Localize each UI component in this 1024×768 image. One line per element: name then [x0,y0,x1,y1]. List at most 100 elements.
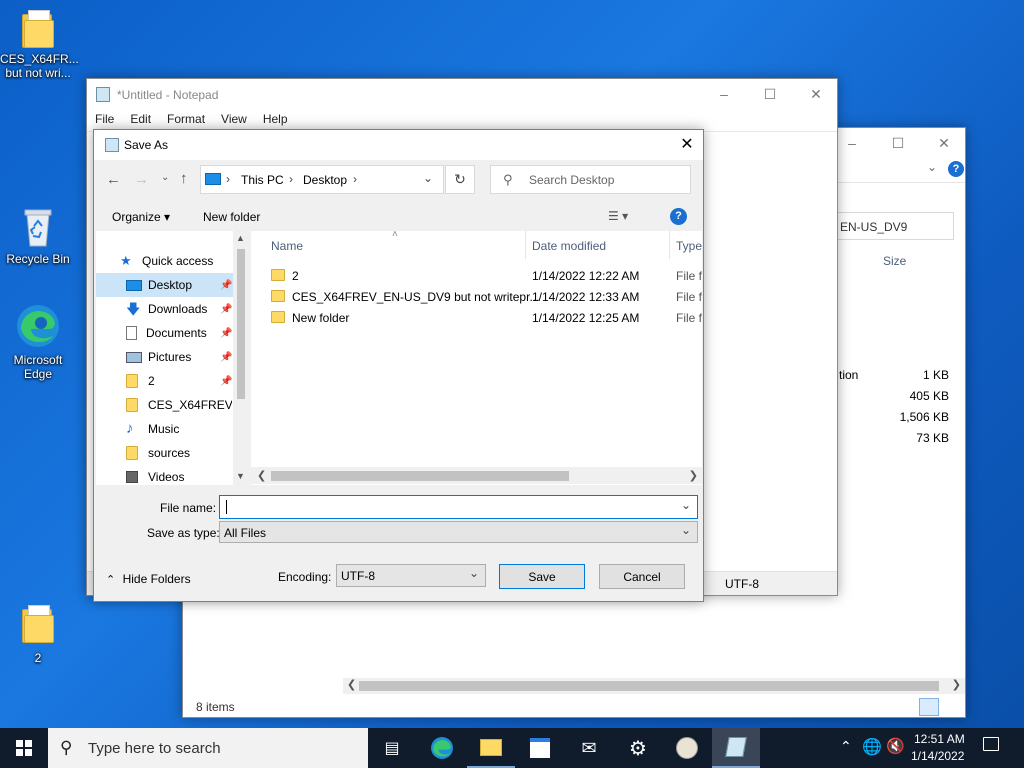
clock-time[interactable]: 12:51 AM [914,732,965,746]
window-title: *Untitled - Notepad [117,88,219,102]
menu-edit[interactable]: Edit [122,109,159,131]
horizontal-scrollbar[interactable]: ❮ ❯ [343,678,965,694]
help-icon[interactable]: ? [948,161,964,177]
taskbar-settings[interactable]: ⚙ [614,728,662,768]
download-icon: 🡇 [126,301,141,317]
maximize-button[interactable]: ☐ [875,128,921,158]
notepad-titlebar[interactable]: *Untitled - Notepad – ☐ ✕ [87,79,837,109]
volume-muted-icon[interactable]: 🔇 [886,737,905,755]
windows-logo-icon [16,740,32,756]
dialog-title: Save As [124,138,169,152]
file-list[interactable]: ˄ Name Date modified Type 2 1/14/2022 12… [251,231,702,485]
details-view-icon[interactable] [919,698,939,716]
hide-folders-button[interactable]: ⌃ Hide Folders [106,572,191,586]
cancel-button[interactable]: Cancel [599,564,685,589]
notification-icon[interactable] [983,737,999,751]
desktop-icon-recycle-bin[interactable]: Recycle Bin [0,206,76,266]
taskbar-notepad[interactable] [712,728,760,768]
large-icons-view-icon[interactable] [943,698,963,716]
task-view-button[interactable]: ▤ [368,728,416,768]
taskbar-clock-app[interactable] [663,728,711,768]
save-button[interactable]: Save [499,564,585,589]
taskbar-file-explorer[interactable] [467,728,515,768]
taskbar-search-box[interactable]: ⚲ Type here to search [48,728,368,768]
save-as-dialog[interactable]: Save As ✕ ← → ⌄ ↑ › This PC › Desktop › … [93,129,704,602]
chevron-down-icon[interactable]: ⌄ [927,160,937,174]
status-item-count: 8 items [196,700,235,714]
forward-arrow-icon[interactable]: → [134,171,149,188]
encoding-select[interactable]: UTF-8 ⌄ [336,564,486,587]
chevron-down-icon[interactable]: ⌄ [681,498,691,512]
minimize-button[interactable]: – [701,79,747,109]
chevron-down-icon[interactable]: ⌄ [423,171,433,185]
taskbar-edge[interactable] [418,728,466,768]
recent-chevron-icon[interactable]: ⌄ [161,172,169,183]
pin-icon[interactable]: 📌 [220,304,232,315]
search-icon: ⚲ [503,172,513,187]
clock-date[interactable]: 1/14/2022 [911,749,964,763]
taskbar-store[interactable] [516,728,564,768]
breadcrumb-desktop[interactable]: Desktop [303,173,347,187]
up-arrow-icon[interactable]: ↑ [180,170,188,187]
nav-item-desktop[interactable]: Desktop 📌 [96,273,233,297]
start-button[interactable] [0,728,48,768]
nav-item-ces-folder[interactable]: CES_X64FREV_EN [126,393,232,417]
file-row[interactable]: New folder 1/14/2022 12:25 AM File fo [265,307,702,328]
clock-icon [676,737,698,759]
notepad-icon [725,737,747,757]
column-header-type[interactable]: Type [676,239,702,253]
desktop-icon-folder-2[interactable]: 2 [0,605,76,665]
close-button[interactable]: ✕ [793,79,839,109]
folder-icon [126,374,138,388]
view-options-icon[interactable]: ☰ ▾ [608,209,628,223]
breadcrumb-chevron-icon: › [289,172,293,186]
file-list-hscrollbar[interactable]: ❮ ❯ [251,467,702,484]
new-folder-button[interactable]: New folder [203,210,260,224]
menu-bar: File Edit Format View Help [87,109,296,131]
show-hidden-icons-chevron[interactable]: ⌃ [840,738,852,755]
taskbar-mail[interactable]: ✉ [565,728,613,768]
file-row[interactable]: 2 1/14/2022 12:22 AM File fo [265,265,702,286]
close-button[interactable]: ✕ [672,134,702,156]
menu-help[interactable]: Help [255,109,296,131]
column-header-size[interactable]: Size [883,254,906,268]
breadcrumb-this-pc[interactable]: This PC [241,173,284,187]
breadcrumb-chevron-icon: › [353,172,357,186]
pin-icon[interactable]: 📌 [220,280,232,291]
column-header-name[interactable]: Name [271,239,303,253]
notepad-app-icon [96,87,110,102]
pin-icon[interactable]: 📌 [220,328,232,339]
help-icon[interactable]: ? [670,208,687,225]
search-input[interactable]: ⚲ Search Desktop [490,165,691,194]
explorer-search-input[interactable]: EN-US_DV9 [833,212,954,240]
maximize-button[interactable]: ☐ [747,79,793,109]
task-view-icon: ▤ [384,740,400,757]
size-cell: 1,506 KB [899,410,949,424]
column-header-date[interactable]: Date modified [532,239,606,253]
close-button[interactable]: ✕ [921,128,967,158]
menu-file[interactable]: File [87,109,122,131]
folder-icon [22,10,54,48]
vertical-scrollbar[interactable] [949,240,965,668]
desktop-icon-label: 2 [34,651,42,665]
refresh-button[interactable]: ↻ [445,165,475,194]
back-arrow-icon[interactable]: ← [106,171,121,188]
menu-format[interactable]: Format [159,109,213,131]
store-icon [530,738,550,758]
pin-icon[interactable]: 📌 [220,376,232,387]
pin-icon[interactable]: 📌 [220,352,232,363]
desktop-icon-edge[interactable]: Microsoft Edge [0,303,76,381]
nav-scrollbar[interactable]: ▲ ▼ [233,231,249,485]
file-row[interactable]: CES_X64FREV_EN-US_DV9 but not writepr...… [265,286,702,307]
save-as-type-select[interactable]: All Files ⌄ [219,521,698,543]
type-cell: tion [839,368,859,382]
network-globe-icon[interactable]: 🌐 [862,737,882,757]
menu-view[interactable]: View [213,109,255,131]
desktop-icon [126,279,142,291]
address-bar[interactable]: › This PC › Desktop › ⌄ [200,165,444,194]
organize-button[interactable]: Organize ▾ [112,210,170,224]
chevron-up-icon: ⌃ [106,574,116,586]
dialog-titlebar[interactable]: Save As ✕ [94,130,703,160]
file-name-input[interactable]: ⌄ [219,495,698,519]
desktop-icon-ces-folder[interactable]: CES_X64FR... but not wri... [0,10,79,80]
